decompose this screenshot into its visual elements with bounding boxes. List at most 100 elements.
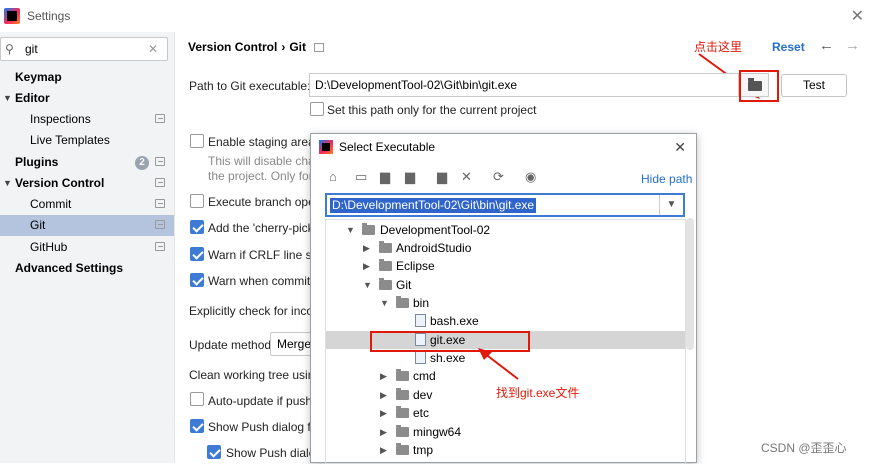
current-project-label: Set this path only for the current proje… xyxy=(327,103,537,117)
folder-icon xyxy=(396,425,409,437)
plugins-count-badge: 2 xyxy=(135,156,149,170)
chevron-right-icon[interactable]: ▶ xyxy=(380,367,387,385)
enable-staging-checkbox[interactable] xyxy=(190,134,204,148)
chevron-down-icon[interactable]: ▼ xyxy=(363,276,372,294)
sidebar-item-plugins[interactable]: Plugins 2 xyxy=(0,152,174,173)
sidebar-item-version-control[interactable]: ▼ Version Control xyxy=(0,173,174,194)
chevron-down-icon[interactable]: ▼ xyxy=(3,88,12,109)
refresh-icon[interactable]: ⟳ xyxy=(493,169,504,185)
sidebar-item-label: Editor xyxy=(15,91,50,105)
sidebar-item-github[interactable]: GitHub xyxy=(0,237,174,258)
sidebar-item-label: Plugins xyxy=(15,155,59,169)
warn-crlf-label: Warn if CRLF line sep xyxy=(208,248,325,262)
auto-update-checkbox[interactable] xyxy=(190,392,204,406)
settings-search-input[interactable]: ⚲ git ✕ xyxy=(0,37,168,61)
sidebar-item-label: Live Templates xyxy=(30,133,110,147)
chevron-right-icon[interactable]: ▶ xyxy=(380,441,387,459)
close-icon[interactable]: ✕ xyxy=(851,6,864,26)
chevron-right-icon[interactable]: ▶ xyxy=(363,239,370,257)
desktop-icon[interactable]: ▭ xyxy=(355,169,367,185)
tree-item-androidstudio[interactable]: ▶ AndroidStudio xyxy=(326,239,685,257)
chevron-right-icon[interactable]: ▶ xyxy=(380,386,387,404)
sidebar-item-label: Advanced Settings xyxy=(15,261,124,275)
current-project-checkbox[interactable] xyxy=(310,102,324,116)
folder-icon xyxy=(396,443,409,455)
breadcrumb-separator: › xyxy=(281,40,286,54)
sidebar-item-keymap[interactable]: Keymap xyxy=(0,67,174,88)
clear-search-icon[interactable]: ✕ xyxy=(148,42,158,56)
intellij-logo-icon xyxy=(4,8,20,24)
warn-crlf-checkbox[interactable] xyxy=(190,247,204,261)
folder-icon xyxy=(396,406,409,418)
folder-icon xyxy=(396,369,409,381)
sidebar-item-editor[interactable]: ▼ Editor xyxy=(0,88,174,109)
reset-link[interactable]: Reset xyxy=(772,40,805,54)
show-push-sub-checkbox[interactable] xyxy=(207,445,221,459)
chevron-right-icon[interactable]: ▶ xyxy=(363,257,370,275)
settings-sidebar: ⚲ git ✕ Keymap ▼ Editor Inspections Live … xyxy=(0,32,175,463)
hide-path-link[interactable]: Hide path xyxy=(641,172,692,186)
tree-item-label: cmd xyxy=(413,369,436,383)
sidebar-item-inspections[interactable]: Inspections xyxy=(0,109,174,130)
new-folder-icon[interactable]: ▆ xyxy=(437,169,447,185)
project-folder-icon[interactable]: ▆ xyxy=(380,169,390,185)
project-scope-icon xyxy=(155,157,165,166)
window-title: Settings xyxy=(27,9,71,23)
back-arrow-icon[interactable]: ← xyxy=(819,37,834,54)
chevron-down-icon[interactable]: ▼ xyxy=(659,195,683,215)
project-scope-icon xyxy=(155,220,165,229)
warn-committing-checkbox[interactable] xyxy=(190,273,204,287)
tree-item-bin[interactable]: ▼ bin xyxy=(326,294,685,312)
tree-scrollbar[interactable] xyxy=(686,218,694,350)
breadcrumb: Version Control › Git xyxy=(188,40,325,54)
sidebar-item-label: Inspections xyxy=(30,112,91,126)
tree-item-git[interactable]: ▼ Git xyxy=(326,276,685,294)
explicit-check-label: Explicitly check for incom xyxy=(189,304,324,318)
search-query[interactable]: git xyxy=(25,42,38,56)
folder-icon xyxy=(379,278,392,290)
breadcrumb-parent[interactable]: Version Control xyxy=(188,40,277,54)
module-folder-icon[interactable]: ▆ xyxy=(405,169,415,185)
sidebar-item-advanced-settings[interactable]: Advanced Settings xyxy=(0,258,174,279)
dialog-title-bar: Select Executable ✕ xyxy=(311,134,696,160)
project-scope-icon xyxy=(155,242,165,251)
tree-item-mingw64[interactable]: ▶ mingw64 xyxy=(326,423,685,441)
chevron-down-icon[interactable]: ▼ xyxy=(346,221,355,239)
dialog-path-value[interactable]: D:\DevelopmentTool-02\Git\bin\git.exe xyxy=(330,198,537,213)
dialog-close-icon[interactable]: ✕ xyxy=(674,134,686,160)
add-cherry-checkbox[interactable] xyxy=(190,220,204,234)
show-push-checkbox[interactable] xyxy=(190,419,204,433)
tree-item-tmp[interactable]: ▶ tmp xyxy=(326,441,685,459)
delete-icon[interactable]: ✕ xyxy=(461,169,472,185)
tree-item-etc[interactable]: ▶ etc xyxy=(326,404,685,422)
project-scope-icon xyxy=(155,178,165,187)
clean-tree-label: Clean working tree using: xyxy=(189,368,325,382)
folder-icon xyxy=(396,296,409,308)
sidebar-item-live-templates[interactable]: Live Templates xyxy=(0,130,174,151)
sidebar-item-commit[interactable]: Commit xyxy=(0,194,174,215)
staging-description-2: the project. Only for n xyxy=(208,169,323,183)
folder-icon xyxy=(362,223,375,235)
git-path-input[interactable]: D:\DevelopmentTool-02\Git\bin\git.exe xyxy=(309,73,739,97)
tree-item-developmenttool[interactable]: ▼ DevelopmentTool-02 xyxy=(326,221,685,239)
show-hidden-icon[interactable]: ◉ xyxy=(525,169,536,185)
tree-item-label: bin xyxy=(413,296,430,310)
execute-branch-label: Execute branch opera xyxy=(208,195,326,209)
forward-arrow-icon[interactable]: → xyxy=(845,37,860,54)
home-icon[interactable]: ⌂ xyxy=(329,169,337,184)
select-executable-dialog: Select Executable ✕ ⌂ ▭ ▆ ▆ ▆ ✕ ⟳ ◉ Hide… xyxy=(310,133,697,464)
test-button[interactable]: Test xyxy=(781,74,847,97)
dialog-path-input[interactable]: D:\DevelopmentTool-02\Git\bin\git.exe ▼ xyxy=(325,193,685,217)
tree-item-eclipse[interactable]: ▶ Eclipse xyxy=(326,257,685,275)
sidebar-item-label: GitHub xyxy=(30,240,68,254)
chevron-down-icon[interactable]: ▼ xyxy=(3,173,12,194)
chevron-right-icon[interactable]: ▶ xyxy=(380,404,387,422)
chevron-down-icon[interactable]: ▼ xyxy=(380,294,389,312)
tree-item-bash-exe[interactable]: bash.exe xyxy=(326,312,685,330)
chevron-right-icon[interactable]: ▶ xyxy=(380,423,387,441)
settings-window: Settings ✕ ⚲ git ✕ Keymap ▼ Editor Inspec… xyxy=(0,0,874,464)
execute-branch-checkbox[interactable] xyxy=(190,194,204,208)
sidebar-item-git[interactable]: Git xyxy=(0,215,174,236)
project-scope-icon xyxy=(155,114,165,123)
show-push-label: Show Push dialog for xyxy=(208,420,322,434)
